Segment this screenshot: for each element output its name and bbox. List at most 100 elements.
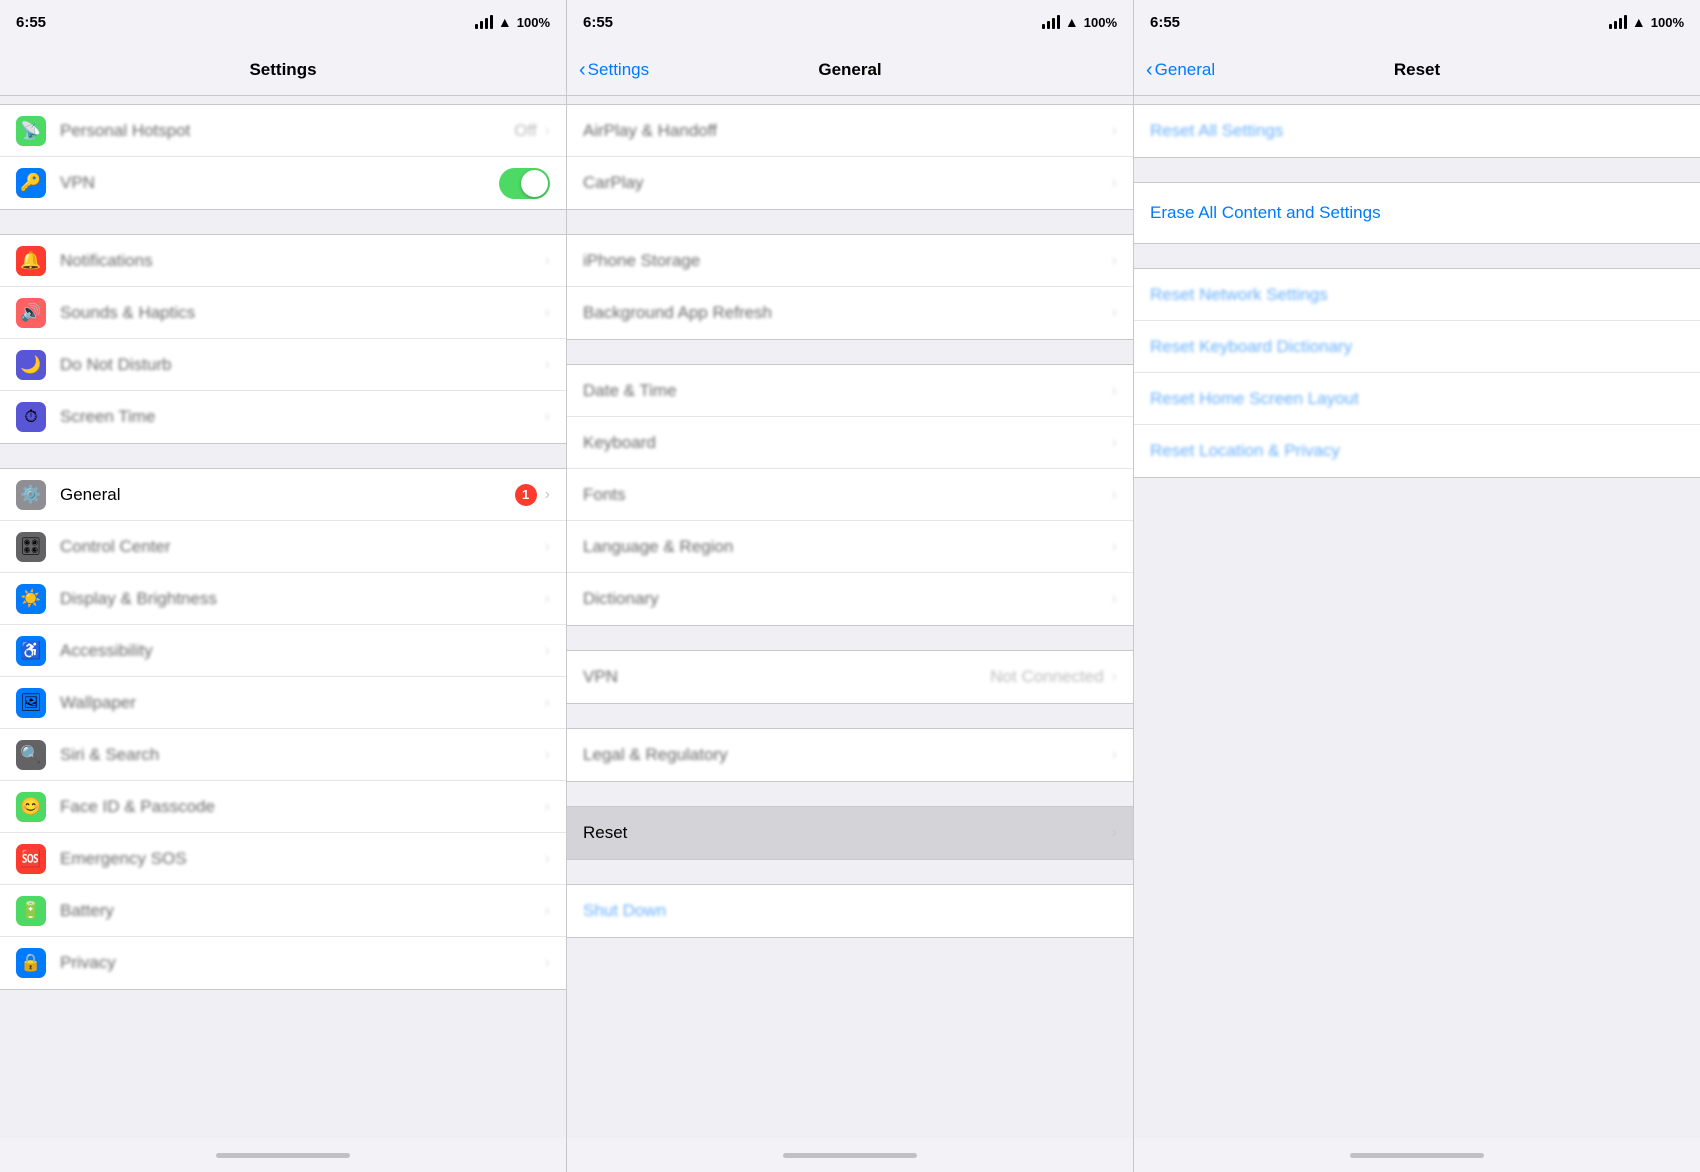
- home-bar-right: [1350, 1153, 1484, 1158]
- list-item-siri[interactable]: 🔍 Siri & Search ›: [0, 729, 566, 781]
- list-item-bgrefresh[interactable]: Background App Refresh ›: [567, 287, 1133, 339]
- list-item-screentime[interactable]: ⏱ Screen Time ›: [0, 391, 566, 443]
- list-item-keyboard[interactable]: Keyboard ›: [567, 417, 1133, 469]
- list-item-shutdown[interactable]: Shut Down: [567, 885, 1133, 937]
- section-shutdown: Shut Down: [567, 884, 1133, 938]
- dictionary-label: Dictionary: [583, 589, 1112, 609]
- list-item-battery[interactable]: 🔋 Battery ›: [0, 885, 566, 937]
- list-item-notifications[interactable]: 🔔 Notifications ›: [0, 235, 566, 287]
- list-item-fonts[interactable]: Fonts ›: [567, 469, 1133, 521]
- section-reset-all: Reset All Settings: [1134, 104, 1700, 158]
- list-item-erase[interactable]: Erase All Content and Settings: [1134, 183, 1700, 243]
- shutdown-label: Shut Down: [583, 901, 1117, 921]
- sounds-chevron: ›: [545, 304, 550, 322]
- wallpaper-label: Wallpaper: [60, 693, 545, 713]
- reset-all-label: Reset All Settings: [1150, 121, 1684, 141]
- storage-chevron: ›: [1112, 252, 1117, 270]
- keyboard-chevron: ›: [1112, 434, 1117, 452]
- list-item-sos[interactable]: 🆘 Emergency SOS ›: [0, 833, 566, 885]
- carplay-chevron: ›: [1112, 174, 1117, 192]
- list-item-reset[interactable]: Reset ›: [567, 807, 1133, 859]
- status-icons-left: ▲ 100%: [475, 14, 550, 30]
- hotspot-label: Personal Hotspot: [60, 121, 514, 141]
- list-item-accessibility[interactable]: ♿ Accessibility ›: [0, 625, 566, 677]
- back-label-mid: Settings: [588, 60, 649, 80]
- dnd-label: Do Not Disturb: [60, 355, 545, 375]
- display-icon: ☀️: [16, 584, 46, 614]
- list-item-general[interactable]: ⚙️ General 1 ›: [0, 469, 566, 521]
- general-list[interactable]: AirPlay & Handoff › CarPlay › iPhone Sto…: [567, 96, 1133, 1138]
- list-item-keyboard-dict[interactable]: Reset Keyboard Dictionary: [1134, 321, 1700, 373]
- list-item-sounds[interactable]: 🔊 Sounds & Haptics ›: [0, 287, 566, 339]
- time-left: 6:55: [16, 14, 46, 31]
- list-item-display[interactable]: ☀️ Display & Brightness ›: [0, 573, 566, 625]
- list-item-homescreen[interactable]: Reset Home Screen Layout: [1134, 373, 1700, 425]
- notifications-label: Notifications: [60, 251, 545, 271]
- bgrefresh-chevron: ›: [1112, 304, 1117, 322]
- list-item-storage[interactable]: iPhone Storage ›: [567, 235, 1133, 287]
- language-chevron: ›: [1112, 538, 1117, 556]
- nav-bar-left: Settings: [0, 44, 566, 96]
- list-item-vpn[interactable]: 🔑 VPN: [0, 157, 566, 209]
- panel-settings: 6:55 ▲ 100% Settings 📡 Personal Hotspot …: [0, 0, 567, 1172]
- list-item-privacy[interactable]: 🔒 Privacy ›: [0, 937, 566, 989]
- vpn-general-chevron: ›: [1112, 668, 1117, 686]
- nav-bar-mid: ‹ Settings General: [567, 44, 1133, 96]
- settings-list[interactable]: 📡 Personal Hotspot Off › 🔑 VPN 🔔: [0, 96, 566, 1138]
- erase-section: Erase All Content and Settings: [1134, 182, 1700, 244]
- section-storage: iPhone Storage › Background App Refresh …: [567, 234, 1133, 340]
- section-vpn: VPN Not Connected ›: [567, 650, 1133, 704]
- list-item-controlcenter[interactable]: 🎛 Control Center ›: [0, 521, 566, 573]
- accessibility-label: Accessibility: [60, 641, 545, 661]
- status-icons-mid: ▲ 100%: [1042, 14, 1117, 30]
- home-indicator-right: [1134, 1138, 1700, 1172]
- cc-chevron: ›: [545, 538, 550, 556]
- back-to-settings[interactable]: ‹ Settings: [579, 60, 649, 80]
- list-item-legal[interactable]: Legal & Regulatory ›: [567, 729, 1133, 781]
- vpn-toggle[interactable]: [499, 168, 550, 199]
- list-item-language[interactable]: Language & Region ›: [567, 521, 1133, 573]
- reset-section: Reset ›: [567, 806, 1133, 860]
- back-to-general[interactable]: ‹ General: [1146, 60, 1215, 80]
- siri-icon: 🔍: [16, 740, 46, 770]
- fonts-label: Fonts: [583, 485, 1112, 505]
- list-item-faceid[interactable]: 😊 Face ID & Passcode ›: [0, 781, 566, 833]
- datetime-section: Date & Time › Keyboard › Fonts › Languag…: [567, 364, 1133, 626]
- battery-icon-mid: 100%: [1084, 15, 1117, 30]
- home-bar-mid: [783, 1153, 917, 1158]
- network-label: Reset Network Settings: [1150, 285, 1684, 305]
- list-item-vpn-general[interactable]: VPN Not Connected ›: [567, 651, 1133, 703]
- list-item-dictionary[interactable]: Dictionary ›: [567, 573, 1133, 625]
- wifi-icon: ▲: [498, 14, 512, 30]
- list-item-hotspot[interactable]: 📡 Personal Hotspot Off ›: [0, 105, 566, 157]
- list-item-airplay[interactable]: AirPlay & Handoff ›: [567, 105, 1133, 157]
- reset-list[interactable]: Reset All Settings Erase All Content and…: [1134, 96, 1700, 1138]
- list-item-network[interactable]: Reset Network Settings: [1134, 269, 1700, 321]
- reset-chevron: ›: [1112, 824, 1117, 842]
- siri-chevron: ›: [545, 746, 550, 764]
- legal-label: Legal & Regulatory: [583, 745, 1112, 765]
- nav-title-settings: Settings: [249, 60, 316, 80]
- list-item-datetime[interactable]: Date & Time ›: [567, 365, 1133, 417]
- vpn-general-value: Not Connected: [990, 667, 1103, 687]
- display-chevron: ›: [545, 590, 550, 608]
- back-chevron-right: ‹: [1146, 60, 1153, 80]
- screentime-icon: ⏱: [16, 402, 46, 432]
- system-section: ⚙️ General 1 › 🎛 Control Center › ☀️ Dis…: [0, 468, 566, 990]
- storage-label: iPhone Storage: [583, 251, 1112, 271]
- list-item-location[interactable]: Reset Location & Privacy: [1134, 425, 1700, 477]
- list-item-carplay[interactable]: CarPlay ›: [567, 157, 1133, 209]
- notifications-icon: 🔔: [16, 246, 46, 276]
- dnd-chevron: ›: [545, 356, 550, 374]
- accessibility-icon: ♿: [16, 636, 46, 666]
- list-item-wallpaper[interactable]: 🖼 Wallpaper ›: [0, 677, 566, 729]
- sos-chevron: ›: [545, 850, 550, 868]
- storage-section: iPhone Storage › Background App Refresh …: [567, 234, 1133, 340]
- shutdown-section: Shut Down: [567, 884, 1133, 938]
- wallpaper-chevron: ›: [545, 694, 550, 712]
- sos-icon: 🆘: [16, 844, 46, 874]
- list-item-dnd[interactable]: 🌙 Do Not Disturb ›: [0, 339, 566, 391]
- reset-other-section: Reset Network Settings Reset Keyboard Di…: [1134, 268, 1700, 478]
- general-badge: 1: [515, 484, 537, 506]
- list-item-reset-all[interactable]: Reset All Settings: [1134, 105, 1700, 157]
